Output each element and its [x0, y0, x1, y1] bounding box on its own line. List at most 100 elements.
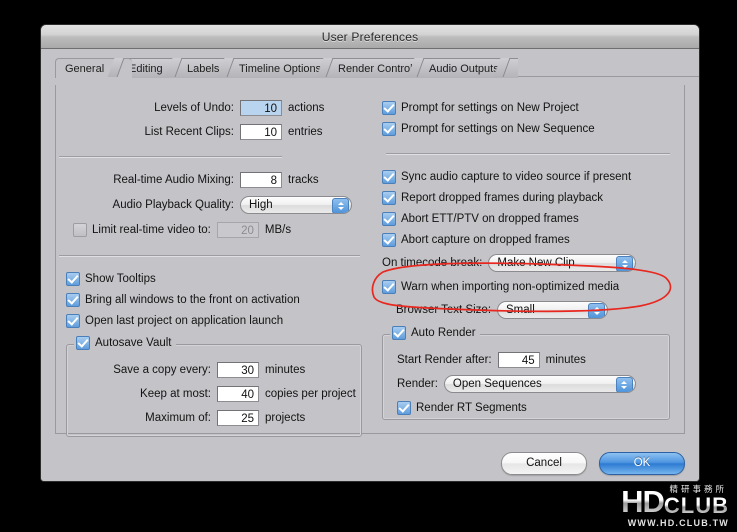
- render-rt-segments-row[interactable]: Render RT Segments: [397, 397, 669, 418]
- prompt-new-sequence-label: Prompt for settings on New Sequence: [401, 122, 595, 135]
- tab-render-control-label: Render Control: [338, 62, 413, 75]
- render-label: Render:: [397, 378, 438, 390]
- tab-timeline-options-label: Timeline Options: [239, 62, 322, 75]
- show-tooltips-checkbox[interactable]: [66, 271, 80, 286]
- render-rt-segments-checkbox[interactable]: [397, 400, 411, 415]
- autosave-vault-header[interactable]: Autosave Vault: [74, 334, 176, 352]
- general-settings-panel: Levels of Undo: 10 actions List Recent C…: [55, 85, 685, 437]
- limit-realtime-video-input[interactable]: 20: [216, 222, 259, 238]
- bring-all-windows-checkbox[interactable]: [66, 292, 80, 307]
- auto-render-group: Auto Render Start Render after: 45 minut…: [382, 324, 670, 420]
- stepper-arrows-icon: [615, 377, 633, 392]
- on-timecode-break-select[interactable]: Make New Clip: [488, 254, 637, 272]
- browser-text-size-row: Browser Text Size: Small: [396, 299, 684, 321]
- divider-left-2: [59, 255, 360, 256]
- limit-realtime-video-checkbox[interactable]: [73, 223, 87, 237]
- realtime-audio-mixing-unit: tracks: [288, 174, 319, 186]
- list-recent-clips-input[interactable]: 10: [240, 124, 282, 140]
- audio-playback-quality-value: High: [249, 199, 273, 211]
- warn-importing-label: Warn when importing non-optimized media: [401, 280, 620, 293]
- save-copy-every-unit: minutes: [265, 364, 306, 376]
- show-tooltips-label: Show Tooltips: [85, 272, 156, 285]
- dialog-footer: Cancel OK: [41, 450, 685, 476]
- left-column: Levels of Undo: 10 actions List Recent C…: [56, 85, 372, 437]
- bring-all-windows-row[interactable]: Bring all windows to the front on activa…: [66, 289, 372, 310]
- bring-all-windows-label: Bring all windows to the front on activa…: [85, 293, 300, 306]
- auto-render-checkbox[interactable]: [392, 326, 406, 340]
- ok-button[interactable]: OK: [599, 451, 685, 475]
- on-timecode-break-row: On timecode break: Make New Clip: [382, 252, 684, 274]
- save-copy-every-input[interactable]: 30: [217, 362, 259, 378]
- autosave-vault-label: Autosave Vault: [95, 337, 172, 349]
- maximum-of-label: Maximum of:: [145, 412, 211, 424]
- realtime-audio-mixing-input[interactable]: 8: [240, 172, 282, 188]
- abort-ett-ptv-checkbox[interactable]: [382, 211, 396, 226]
- abort-ett-ptv-row[interactable]: Abort ETT/PTV on dropped frames: [382, 208, 684, 229]
- auto-render-label: Auto Render: [411, 327, 476, 339]
- autosave-vault-checkbox[interactable]: [76, 336, 90, 350]
- audio-playback-quality-select[interactable]: High: [240, 196, 352, 214]
- warn-importing-row[interactable]: Warn when importing non-optimized media: [382, 276, 684, 297]
- watermark-chinese-text: 精研事務所: [669, 484, 727, 494]
- report-dropped-frames-checkbox[interactable]: [382, 190, 396, 205]
- screen: User Preferences General Editing Labels: [0, 0, 737, 532]
- limit-realtime-video-label: Limit real-time video to:: [92, 224, 211, 236]
- window-titlebar[interactable]: User Preferences: [41, 25, 699, 49]
- stepper-arrows-icon: [588, 303, 606, 318]
- abort-capture-row[interactable]: Abort capture on dropped frames: [382, 229, 684, 250]
- audio-playback-quality-row: Audio Playback Quality: High: [56, 194, 372, 216]
- levels-of-undo-unit: actions: [288, 102, 325, 114]
- report-dropped-frames-row[interactable]: Report dropped frames during playback: [382, 187, 684, 208]
- open-last-project-checkbox[interactable]: [66, 313, 80, 328]
- browser-text-size-label: Browser Text Size:: [396, 304, 492, 316]
- auto-render-header[interactable]: Auto Render: [390, 324, 480, 342]
- start-render-after-row: Start Render after: 45 minutes: [397, 349, 669, 371]
- keep-at-most-input[interactable]: 40: [217, 386, 259, 402]
- list-recent-clips-unit: entries: [288, 126, 323, 138]
- abort-ett-ptv-label: Abort ETT/PTV on dropped frames: [401, 212, 579, 225]
- realtime-audio-mixing-label: Real-time Audio Mixing:: [113, 174, 234, 186]
- maximum-of-unit: projects: [265, 412, 306, 424]
- stepper-arrows-icon: [332, 198, 349, 213]
- open-last-project-row[interactable]: Open last project on application launch: [66, 310, 372, 331]
- limit-realtime-video-unit: MB/s: [264, 224, 292, 236]
- open-last-project-label: Open last project on application launch: [85, 314, 284, 327]
- maximum-of-row: Maximum of: 25 projects: [67, 407, 361, 429]
- watermark-club-text: CLUB: [663, 493, 729, 518]
- sync-audio-capture-label: Sync audio capture to video source if pr…: [401, 170, 632, 183]
- realtime-audio-mixing-row: Real-time Audio Mixing: 8 tracks: [56, 169, 372, 191]
- save-copy-every-row: Save a copy every: 30 minutes: [67, 359, 361, 381]
- render-value: Open Sequences: [452, 378, 542, 390]
- list-recent-clips-row: List Recent Clips: 10 entries: [56, 121, 372, 143]
- audio-playback-quality-label: Audio Playback Quality:: [112, 199, 234, 211]
- prompt-new-project-checkbox[interactable]: [382, 100, 396, 115]
- maximum-of-input[interactable]: 25: [217, 410, 259, 426]
- cancel-button[interactable]: Cancel: [501, 451, 587, 475]
- start-render-after-input[interactable]: 45: [497, 352, 540, 368]
- levels-of-undo-input[interactable]: 10: [240, 100, 282, 116]
- watermark: HD CLUB 精研事務所 WWW.HD.CLUB.TW: [621, 484, 729, 528]
- show-tooltips-row[interactable]: Show Tooltips: [66, 268, 372, 289]
- render-rt-segments-label: Render RT Segments: [416, 401, 527, 414]
- tab-editing-label: Editing: [129, 62, 163, 75]
- abort-capture-checkbox[interactable]: [382, 232, 396, 247]
- browser-text-size-select[interactable]: Small: [497, 301, 609, 319]
- prompt-new-sequence-checkbox[interactable]: [382, 121, 396, 136]
- on-timecode-break-label: On timecode break:: [382, 257, 483, 269]
- keep-at-most-unit: copies per project: [265, 388, 356, 400]
- window-body: General Editing Labels Timeline Options …: [41, 58, 699, 481]
- list-recent-clips-label: List Recent Clips:: [144, 126, 234, 138]
- watermark-url: WWW.HD.CLUB.TW: [627, 518, 729, 528]
- sync-audio-capture-checkbox[interactable]: [382, 169, 396, 184]
- start-render-after-label: Start Render after:: [397, 354, 492, 366]
- divider-right-1: [386, 153, 670, 154]
- keep-at-most-row: Keep at most: 40 copies per project: [67, 383, 361, 405]
- prompt-new-project-row[interactable]: Prompt for settings on New Project: [382, 97, 684, 118]
- sync-audio-capture-row[interactable]: Sync audio capture to video source if pr…: [382, 166, 684, 187]
- divider-left-1: [59, 156, 282, 157]
- prompt-new-sequence-row[interactable]: Prompt for settings on New Sequence: [382, 118, 684, 139]
- warn-importing-checkbox[interactable]: [382, 279, 396, 294]
- prompt-new-project-label: Prompt for settings on New Project: [401, 101, 579, 114]
- abort-capture-label: Abort capture on dropped frames: [401, 233, 570, 246]
- render-select[interactable]: Open Sequences: [443, 375, 636, 393]
